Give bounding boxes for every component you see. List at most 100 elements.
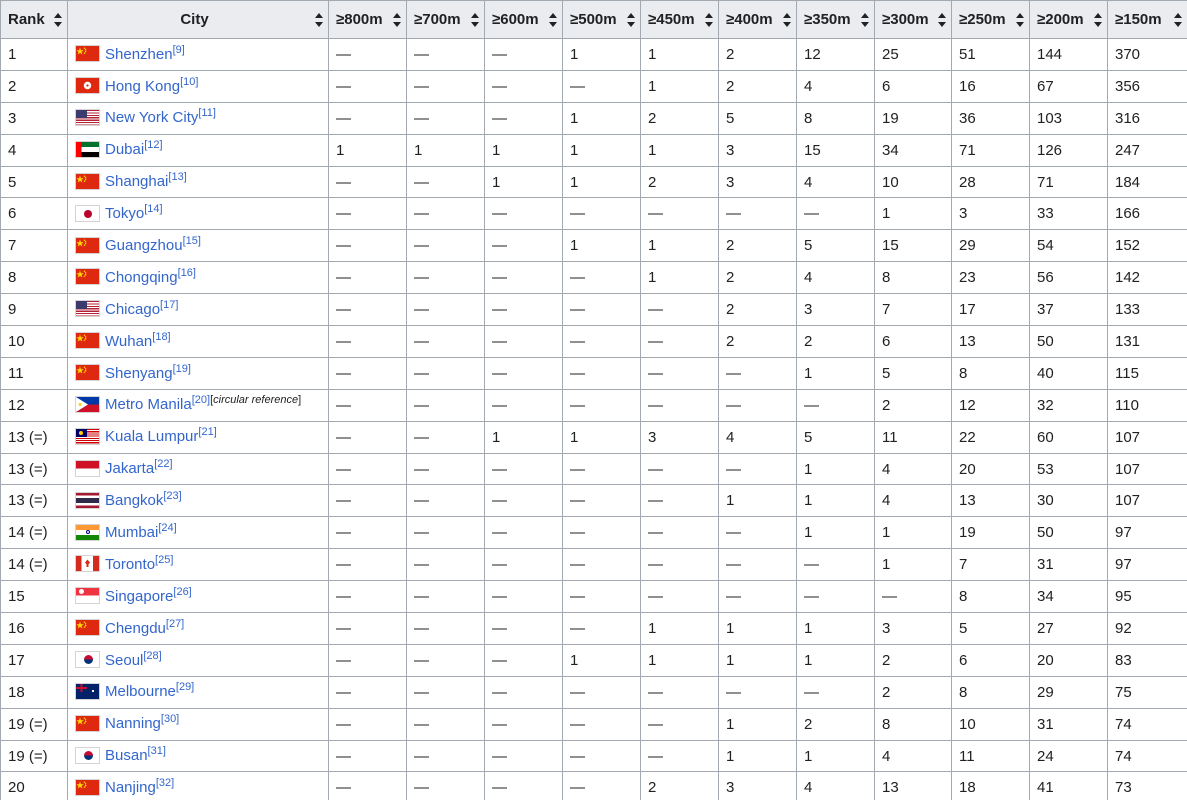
- reference-link[interactable]: [20]: [192, 394, 210, 406]
- sort-arrows-icon[interactable]: [471, 12, 479, 27]
- reference-link[interactable]: [22]: [154, 458, 172, 470]
- sort-arrows-icon[interactable]: [393, 12, 401, 27]
- city-cell: Guangzhou[15]: [67, 229, 329, 263]
- sort-arrows-icon[interactable]: [938, 12, 946, 27]
- height-count-cell: 1: [640, 643, 719, 677]
- height-count-cell: —: [640, 580, 719, 614]
- height-column-header[interactable]: ≥400m: [718, 0, 797, 39]
- city-link[interactable]: Mumbai: [105, 524, 158, 541]
- height-column-header[interactable]: ≥150m: [1107, 0, 1187, 39]
- city-link[interactable]: Chengdu: [105, 620, 166, 637]
- sort-arrows-icon[interactable]: [549, 12, 557, 27]
- city-link[interactable]: Dubai: [105, 141, 144, 158]
- reference-link[interactable]: [26]: [173, 586, 191, 598]
- sort-arrows-icon[interactable]: [783, 12, 791, 27]
- city-link[interactable]: Busan: [105, 747, 148, 764]
- city-link[interactable]: Chongqing: [105, 269, 178, 286]
- city-link[interactable]: New York City: [105, 109, 198, 126]
- height-count-cell: —: [484, 101, 563, 135]
- height-count-cell: —: [484, 293, 563, 327]
- city-cell: Melbourne[29]: [67, 675, 329, 709]
- city-cell: Shenyang[19]: [67, 356, 329, 390]
- table-row: 14 (=) Toronto[25] — — — — — — —1 7 31 97: [0, 548, 1187, 582]
- sort-arrows-icon[interactable]: [1174, 12, 1182, 27]
- reference-link[interactable]: [25]: [155, 554, 173, 566]
- height-column-header[interactable]: ≥450m: [640, 0, 719, 39]
- city-link[interactable]: Seoul: [105, 652, 143, 669]
- height-column-header[interactable]: ≥300m: [874, 0, 952, 39]
- reference-link[interactable]: [19]: [173, 363, 191, 375]
- city-link[interactable]: Jakarta: [105, 460, 154, 477]
- reference-link[interactable]: [32]: [156, 777, 174, 789]
- height-count-cell: 126: [1029, 133, 1108, 167]
- height-count-cell: —: [406, 643, 485, 677]
- height-count-cell: 8: [951, 675, 1030, 709]
- height-count-cell: 1: [718, 612, 797, 645]
- city-link[interactable]: Singapore: [105, 588, 173, 605]
- height-count-cell: 1: [640, 612, 719, 645]
- rank-header[interactable]: Rank: [0, 0, 68, 39]
- city-link[interactable]: Bangkok: [105, 492, 163, 509]
- reference-link[interactable]: [27]: [166, 618, 184, 630]
- city-link[interactable]: Chicago: [105, 301, 160, 318]
- height-column-header[interactable]: ≥800m: [328, 0, 407, 39]
- city-link[interactable]: Melbourne: [105, 683, 176, 700]
- city-link[interactable]: Shanghai: [105, 173, 168, 190]
- height-count-cell: 22: [951, 420, 1030, 454]
- height-column-header[interactable]: ≥350m: [796, 0, 875, 39]
- china-flag-icon: [75, 172, 100, 190]
- reference-link[interactable]: [21]: [198, 426, 216, 438]
- city-link[interactable]: Wuhan: [105, 333, 152, 350]
- city-link[interactable]: Shenyang: [105, 365, 173, 382]
- reference-link[interactable]: [16]: [178, 267, 196, 279]
- reference-link[interactable]: [30]: [161, 713, 179, 725]
- circular-reference-note[interactable]: circular reference: [213, 394, 298, 406]
- height-count-cell: —: [718, 452, 797, 486]
- reference-link[interactable]: [29]: [176, 681, 194, 693]
- reference-link[interactable]: [14]: [144, 203, 162, 215]
- city-link[interactable]: Toronto: [105, 556, 155, 573]
- reference-link[interactable]: [23]: [163, 490, 181, 502]
- sort-arrows-icon[interactable]: [861, 12, 869, 27]
- reference-link[interactable]: [28]: [143, 650, 161, 662]
- height-column-header[interactable]: ≥250m: [951, 0, 1030, 39]
- reference-link[interactable]: [17]: [160, 299, 178, 311]
- sort-arrows-icon[interactable]: [1016, 12, 1024, 27]
- china-flag-icon: [75, 45, 100, 63]
- sort-arrows-icon[interactable]: [1094, 12, 1102, 27]
- reference-link[interactable]: [31]: [148, 745, 166, 757]
- sort-arrows-icon[interactable]: [627, 12, 635, 27]
- reference-link[interactable]: [18]: [152, 331, 170, 343]
- reference-link[interactable]: [13]: [168, 171, 186, 183]
- reference-link[interactable]: [9]: [173, 44, 185, 56]
- height-count-cell: 1: [328, 133, 407, 167]
- city-link[interactable]: Shenzhen: [105, 46, 173, 63]
- height-count-cell: 8: [951, 356, 1030, 390]
- sort-arrows-icon[interactable]: [54, 12, 62, 27]
- height-count-cell: —: [328, 771, 407, 800]
- city-link[interactable]: Metro Manila: [105, 396, 192, 413]
- table-body: 1 Shenzhen[9] — — —1 1 2 12 25 51 144 370 2 Hong Kong…: [0, 38, 1187, 800]
- city-link[interactable]: Nanning: [105, 715, 161, 732]
- city-link[interactable]: Kuala Lumpur: [105, 428, 198, 445]
- height-column-header[interactable]: ≥600m: [484, 0, 563, 39]
- height-count-cell: 97: [1107, 516, 1187, 550]
- city-link[interactable]: Nanjing: [105, 779, 156, 796]
- reference-superscript: [26]: [173, 586, 191, 598]
- reference-link[interactable]: [11]: [198, 107, 216, 119]
- reference-link[interactable]: [12]: [144, 139, 162, 151]
- reference-link[interactable]: [15]: [183, 235, 201, 247]
- sort-arrows-icon[interactable]: [705, 12, 713, 27]
- height-count-cell: 2: [718, 261, 797, 295]
- city-link[interactable]: Hong Kong: [105, 78, 180, 95]
- sort-arrows-icon[interactable]: [315, 12, 323, 27]
- city-cell: Shanghai[13]: [67, 165, 329, 199]
- reference-link[interactable]: [24]: [158, 522, 176, 534]
- city-header[interactable]: City: [67, 0, 329, 39]
- reference-link[interactable]: [10]: [180, 76, 198, 88]
- city-link[interactable]: Guangzhou: [105, 237, 183, 254]
- height-column-header[interactable]: ≥200m: [1029, 0, 1108, 39]
- height-column-header[interactable]: ≥700m: [406, 0, 485, 39]
- height-column-header[interactable]: ≥500m: [562, 0, 641, 39]
- city-link[interactable]: Tokyo: [105, 205, 144, 222]
